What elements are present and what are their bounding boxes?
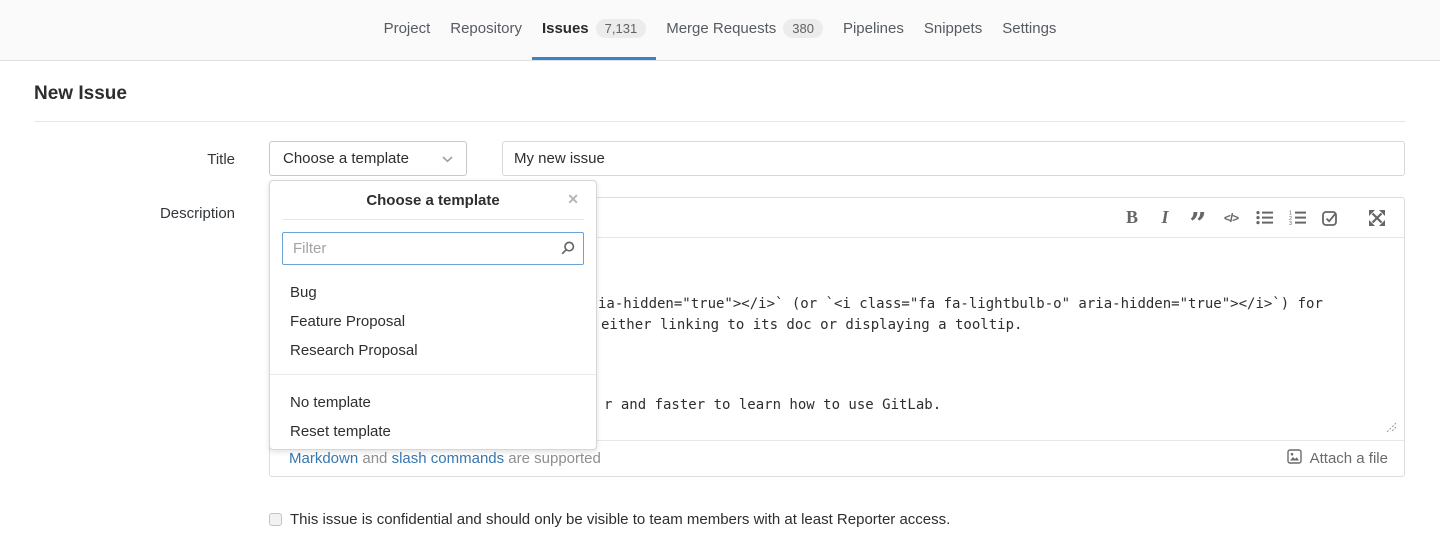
template-dropdown-header: Choose a template ✕: [270, 181, 596, 209]
template-dropdown: Choose a template ✕ BugFeature ProposalR…: [269, 180, 597, 450]
description-text-line: either linking to its doc or displaying …: [601, 315, 1022, 336]
confidential-label: This issue is confidential and should on…: [290, 511, 950, 528]
task-list-icon[interactable]: [1320, 208, 1340, 228]
hint-suffix: are supported: [508, 450, 601, 467]
fullscreen-icon[interactable]: [1367, 208, 1387, 228]
description-label: Description: [34, 205, 235, 222]
nav-tab-label: Project: [384, 20, 431, 37]
confidential-checkbox[interactable]: [269, 513, 282, 526]
attach-file-button[interactable]: Attach a file: [1287, 449, 1388, 469]
chevron-down-icon: [442, 150, 453, 167]
bold-icon[interactable]: B: [1122, 208, 1142, 228]
description-text-line: r and faster to learn how to use GitLab.: [604, 395, 941, 416]
project-nav-tabs: Project Repository Issues 7,131 Merge Reques…: [374, 0, 1067, 60]
italic-icon[interactable]: I: [1155, 208, 1175, 228]
nav-tab-settings[interactable]: Settings: [992, 0, 1066, 60]
template-action-reset-template[interactable]: Reset template: [270, 417, 596, 446]
project-nav: Project Repository Issues 7,131 Merge Reques…: [0, 0, 1440, 61]
template-action-list: No templateReset template: [270, 375, 596, 446]
quote-icon[interactable]: ”: [1188, 208, 1208, 228]
nav-tab-snippets[interactable]: Snippets: [914, 0, 992, 60]
heading-divider: [34, 121, 1406, 122]
bulleted-list-icon[interactable]: [1254, 208, 1274, 228]
nav-tab-label: Issues: [542, 20, 589, 37]
template-option-bug[interactable]: Bug: [270, 278, 596, 307]
markdown-hint: Markdown and slash commands are supporte…: [289, 450, 601, 467]
nav-tab-pipelines[interactable]: Pipelines: [833, 0, 914, 60]
hint-conjunction: and: [362, 450, 387, 467]
choose-template-button[interactable]: Choose a template: [269, 141, 467, 176]
title-label: Title: [34, 151, 235, 168]
choose-template-button-label: Choose a template: [283, 150, 409, 167]
template-dropdown-title: Choose a template: [366, 192, 499, 209]
close-icon[interactable]: ✕: [567, 191, 579, 207]
markdown-link[interactable]: Markdown: [289, 450, 358, 467]
template-option-feature-proposal[interactable]: Feature Proposal: [270, 307, 596, 336]
search-icon: [560, 241, 575, 260]
svg-text:3: 3: [1289, 221, 1292, 225]
nav-tab-label: Merge Requests: [666, 20, 776, 37]
description-text-line: ia-hidden="true"></i>` (or `<i class="fa…: [598, 294, 1323, 315]
textarea-resize-handle[interactable]: [1386, 420, 1397, 437]
template-option-research-proposal[interactable]: Research Proposal: [270, 336, 596, 365]
code-icon[interactable]: </>: [1221, 208, 1241, 228]
nav-tab-label: Repository: [450, 20, 522, 37]
nav-tab-label: Snippets: [924, 20, 982, 37]
nav-tab-issues[interactable]: Issues 7,131: [532, 0, 656, 60]
nav-tab-label: Pipelines: [843, 20, 904, 37]
dropdown-header-divider: [282, 219, 584, 220]
template-list: BugFeature ProposalResearch Proposal: [270, 278, 596, 365]
template-action-no-template[interactable]: No template: [270, 388, 596, 417]
nav-tab-badge: 7,131: [596, 19, 647, 38]
slash-commands-link[interactable]: slash commands: [392, 450, 505, 467]
attach-image-icon: [1287, 449, 1303, 469]
issue-title-input[interactable]: [502, 141, 1405, 176]
nav-tab-repository[interactable]: Repository: [440, 0, 532, 60]
nav-tab-label: Settings: [1002, 20, 1056, 37]
confidential-row: This issue is confidential and should on…: [269, 511, 950, 528]
nav-tab-project[interactable]: Project: [374, 0, 441, 60]
numbered-list-icon[interactable]: 123: [1287, 208, 1307, 228]
filter-wrap: [282, 232, 584, 265]
nav-tab-badge: 380: [783, 19, 823, 38]
attach-file-label: Attach a file: [1310, 450, 1388, 467]
template-filter-input[interactable]: [282, 232, 584, 265]
page-title: New Issue: [34, 83, 127, 105]
nav-tab-merge-requests[interactable]: Merge Requests 380: [656, 0, 833, 60]
